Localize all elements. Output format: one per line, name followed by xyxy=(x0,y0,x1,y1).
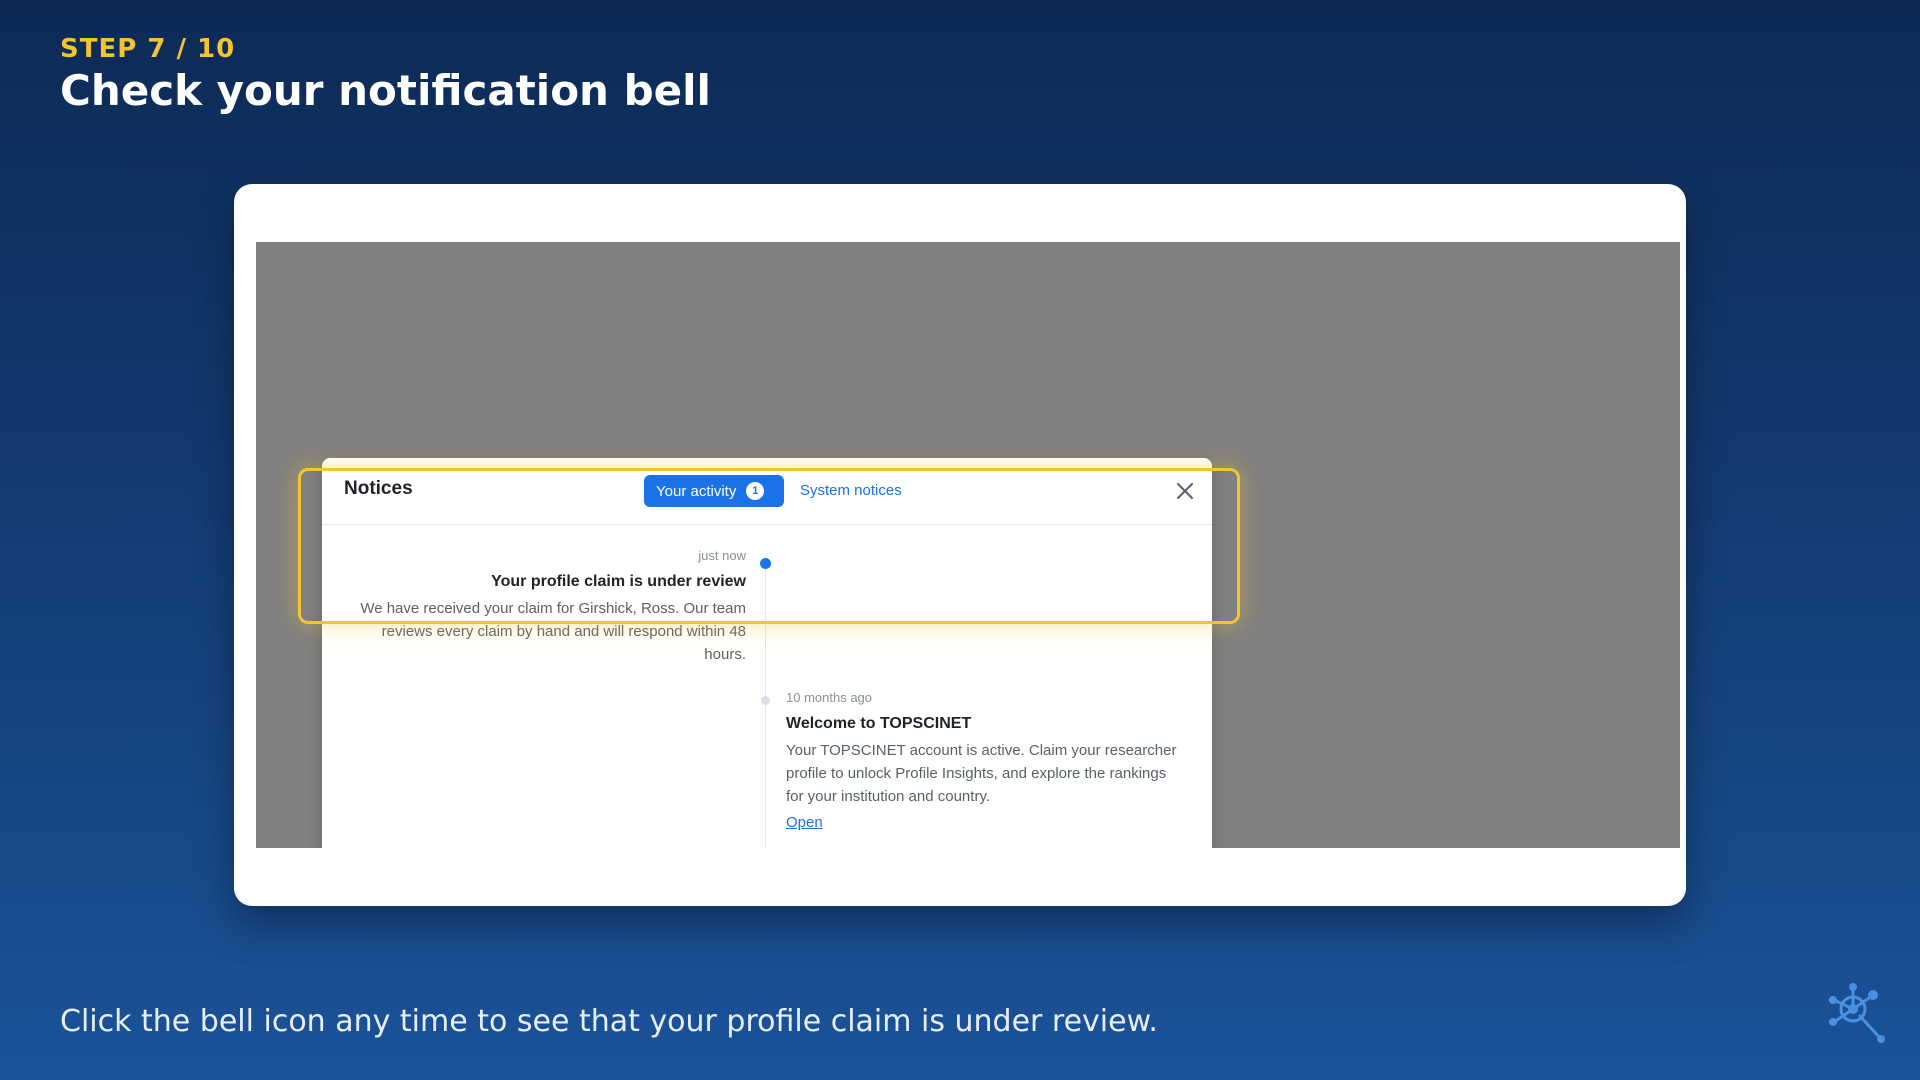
notices-header: Notices Your activity 1 System notices xyxy=(322,458,1212,525)
close-button[interactable] xyxy=(1174,480,1196,502)
notice-body: Your TOPSCINET account is active. Claim … xyxy=(786,742,1177,805)
tab-your-activity-label: Your activity xyxy=(656,482,737,500)
notice-title: Welcome to TOPSCINET xyxy=(786,715,972,732)
notice-item-welcome[interactable]: 10 months ago Welcome to TOPSCINET Your … xyxy=(786,690,1186,832)
screenshot-frame: Notices Your activity 1 System notices j… xyxy=(234,184,1686,906)
step-counter: STEP 7 / 10 xyxy=(60,34,236,64)
step-title: Check your notification bell xyxy=(60,66,711,115)
tab-system-notices[interactable]: System notices xyxy=(800,482,902,499)
timeline-dot-active xyxy=(760,558,771,569)
activity-count-badge: 1 xyxy=(746,482,765,500)
tab-your-activity[interactable]: Your activity 1 xyxy=(644,475,784,507)
notices-title: Notices xyxy=(344,478,413,499)
open-link[interactable]: Open xyxy=(786,814,823,831)
step-caption: Click the bell icon any time to see that… xyxy=(60,1004,1158,1039)
close-icon xyxy=(1177,483,1193,499)
notices-panel: Notices Your activity 1 System notices j… xyxy=(322,458,1212,848)
timeline-dot-inactive xyxy=(761,696,770,705)
notice-time: 10 months ago xyxy=(786,690,873,705)
notice-time: just now xyxy=(698,548,746,563)
notice-item-claim-review[interactable]: just now Your profile claim is under rev… xyxy=(346,548,746,666)
notice-title: Your profile claim is under review xyxy=(491,573,746,590)
app-screenshot: Notices Your activity 1 System notices j… xyxy=(256,242,1680,848)
network-search-logo-icon xyxy=(1826,982,1888,1044)
notice-body: We have received your claim for Girshick… xyxy=(360,600,746,663)
